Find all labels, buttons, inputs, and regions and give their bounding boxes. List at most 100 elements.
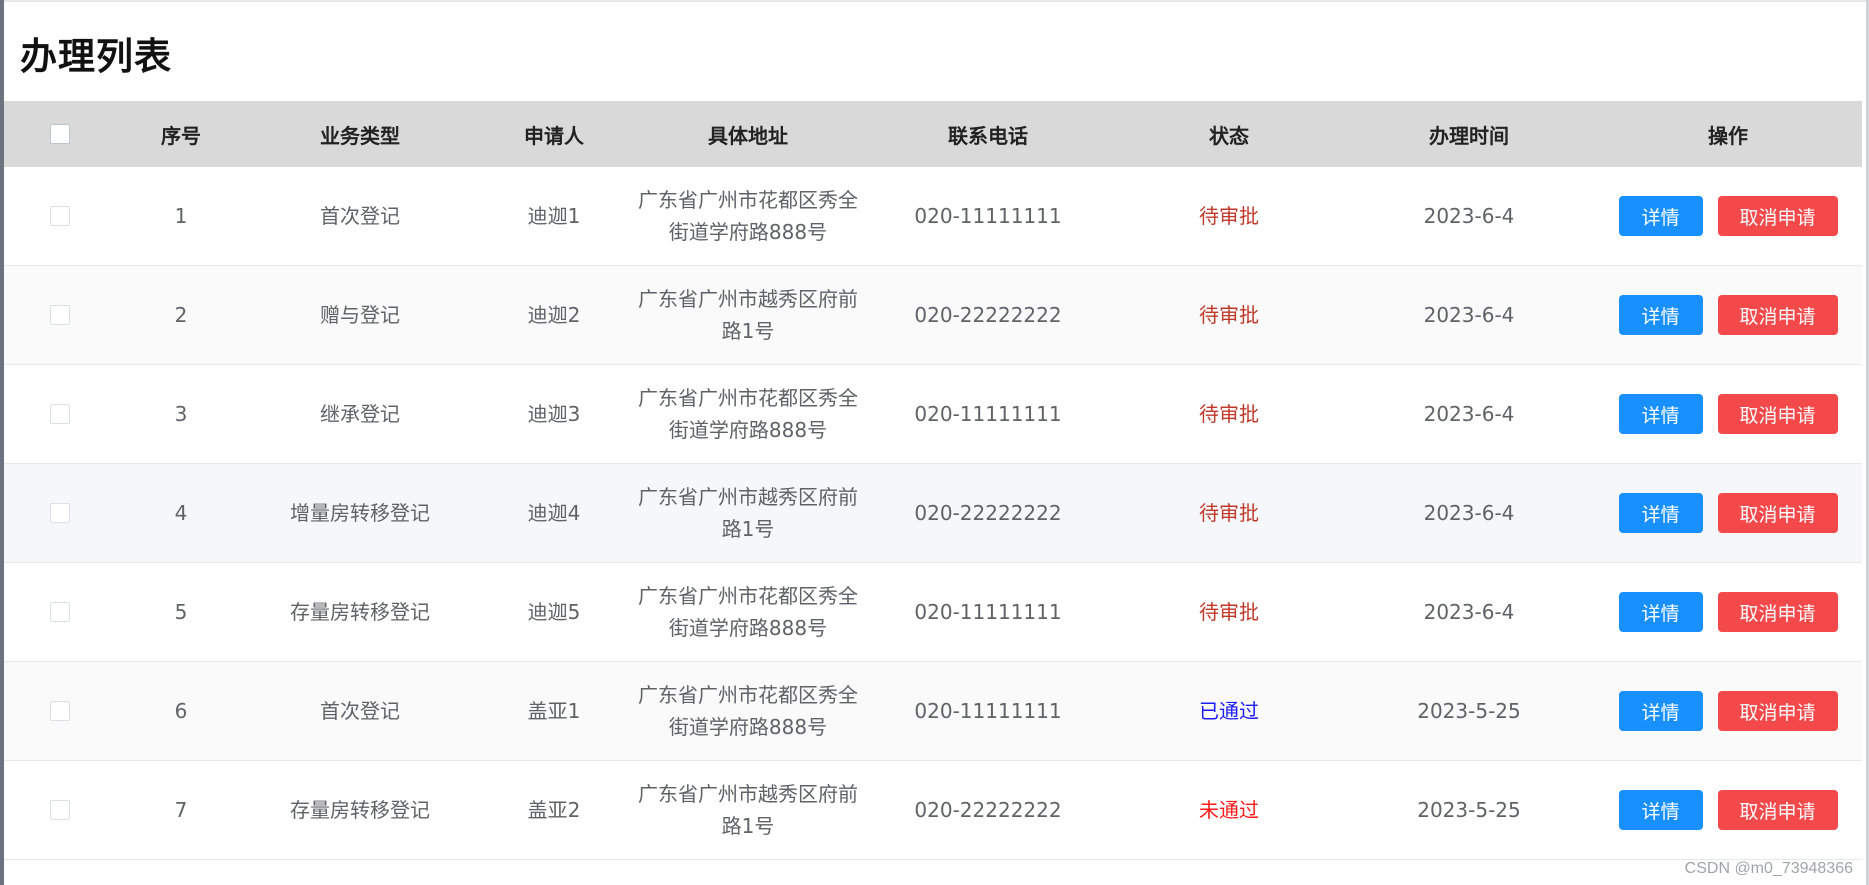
- row-applicant: 迪迦3: [527, 402, 581, 426]
- row-status: 待审批: [1199, 600, 1259, 624]
- row-index: 5: [174, 600, 188, 624]
- header-type: 业务类型: [320, 123, 400, 148]
- row-address: 广东省广州市花都区秀全街道学府路888号: [638, 386, 858, 442]
- detail-button[interactable]: 详情: [1618, 394, 1703, 434]
- table-header: 序号 业务类型 申请人 具体地址 联系电话 状态 办理时间 操作: [4, 101, 1862, 167]
- row-actions: 详情 取消申请: [1594, 691, 1862, 731]
- row-time: 2023-6-4: [1423, 402, 1515, 426]
- row-index: 1: [174, 204, 188, 228]
- row-phone: 020-11111111: [914, 699, 1062, 723]
- header-address: 具体地址: [708, 123, 788, 148]
- row-checkbox[interactable]: [50, 503, 70, 523]
- detail-button[interactable]: 详情: [1618, 592, 1703, 632]
- header-ops: 操作: [1708, 123, 1748, 148]
- row-address: 广东省广州市花都区秀全街道学府路888号: [638, 188, 858, 244]
- row-phone: 020-11111111: [914, 204, 1062, 228]
- row-applicant: 迪迦2: [527, 303, 581, 327]
- cancel-application-button[interactable]: 取消申请: [1717, 691, 1838, 731]
- row-type: 存量房转移登记: [290, 600, 430, 624]
- table-row: 2 赠与登记 迪迦2 广东省广州市越秀区府前路1号 020-22222222 待…: [4, 266, 1862, 365]
- row-select-cell: [4, 800, 116, 820]
- app-frame: 办理列表 序号 业务类型 申请人 具体地址 联系电话 状态 办理时间 操作 1 …: [0, 0, 1869, 885]
- row-applicant: 盖亚2: [527, 798, 581, 822]
- row-select-cell: [4, 305, 116, 325]
- row-actions: 详情 取消申请: [1594, 295, 1862, 335]
- row-address-cell: 广东省广州市花都区秀全街道学府路888号: [634, 184, 862, 248]
- header-select-cell: [4, 124, 116, 144]
- row-checkbox[interactable]: [50, 800, 70, 820]
- row-time: 2023-6-4: [1423, 600, 1515, 624]
- header-applicant: 申请人: [524, 123, 584, 148]
- row-address-cell: 广东省广州市越秀区府前路1号: [634, 778, 862, 842]
- cancel-application-button[interactable]: 取消申请: [1717, 592, 1838, 632]
- row-phone: 020-22222222: [914, 798, 1062, 822]
- detail-button[interactable]: 详情: [1618, 691, 1703, 731]
- row-address: 广东省广州市越秀区府前路1号: [638, 287, 858, 343]
- detail-button[interactable]: 详情: [1618, 493, 1703, 533]
- table-body: 1 首次登记 迪迦1 广东省广州市花都区秀全街道学府路888号 020-1111…: [4, 167, 1862, 860]
- row-status: 待审批: [1199, 402, 1259, 426]
- row-checkbox[interactable]: [50, 206, 70, 226]
- row-type: 赠与登记: [320, 303, 400, 327]
- row-checkbox[interactable]: [50, 305, 70, 325]
- detail-button[interactable]: 详情: [1618, 790, 1703, 830]
- row-time: 2023-5-25: [1417, 699, 1521, 723]
- header-time: 办理时间: [1429, 123, 1509, 148]
- row-time: 2023-6-4: [1423, 303, 1515, 327]
- row-type: 首次登记: [320, 699, 400, 723]
- table-row: 3 继承登记 迪迦3 广东省广州市花都区秀全街道学府路888号 020-1111…: [4, 365, 1862, 464]
- row-applicant: 迪迦4: [527, 501, 581, 525]
- row-applicant: 迪迦5: [527, 600, 581, 624]
- cancel-application-button[interactable]: 取消申请: [1717, 295, 1838, 335]
- header-index: 序号: [161, 123, 201, 148]
- table-row: 6 首次登记 盖亚1 广东省广州市花都区秀全街道学府路888号 020-1111…: [4, 662, 1862, 761]
- select-all-checkbox[interactable]: [50, 124, 70, 144]
- watermark: CSDN @m0_73948366: [1684, 860, 1853, 877]
- row-status: 未通过: [1199, 798, 1259, 822]
- row-select-cell: [4, 602, 116, 622]
- row-phone: 020-22222222: [914, 303, 1062, 327]
- application-table: 序号 业务类型 申请人 具体地址 联系电话 状态 办理时间 操作 1 首次登记 …: [4, 101, 1862, 860]
- row-select-cell: [4, 206, 116, 226]
- row-checkbox[interactable]: [50, 701, 70, 721]
- detail-button[interactable]: 详情: [1618, 196, 1703, 236]
- header-phone: 联系电话: [948, 123, 1028, 148]
- cancel-application-button[interactable]: 取消申请: [1717, 493, 1838, 533]
- row-address: 广东省广州市花都区秀全街道学府路888号: [638, 683, 858, 739]
- row-address: 广东省广州市花都区秀全街道学府路888号: [638, 584, 858, 640]
- window-top-border: [0, 0, 1869, 2]
- row-address: 广东省广州市越秀区府前路1号: [638, 782, 858, 838]
- row-type: 首次登记: [320, 204, 400, 228]
- row-checkbox[interactable]: [50, 602, 70, 622]
- row-actions: 详情 取消申请: [1594, 592, 1862, 632]
- row-address-cell: 广东省广州市花都区秀全街道学府路888号: [634, 580, 862, 644]
- row-address: 广东省广州市越秀区府前路1号: [638, 485, 858, 541]
- detail-button[interactable]: 详情: [1618, 295, 1703, 335]
- row-type: 继承登记: [320, 402, 400, 426]
- row-actions: 详情 取消申请: [1594, 790, 1862, 830]
- row-status: 已通过: [1199, 699, 1259, 723]
- row-status: 待审批: [1199, 303, 1259, 327]
- row-select-cell: [4, 503, 116, 523]
- row-address-cell: 广东省广州市花都区秀全街道学府路888号: [634, 679, 862, 743]
- row-time: 2023-5-25: [1417, 798, 1521, 822]
- row-select-cell: [4, 701, 116, 721]
- row-type: 存量房转移登记: [290, 798, 430, 822]
- cancel-application-button[interactable]: 取消申请: [1717, 196, 1838, 236]
- table-row: 7 存量房转移登记 盖亚2 广东省广州市越秀区府前路1号 020-2222222…: [4, 761, 1862, 860]
- row-checkbox[interactable]: [50, 404, 70, 424]
- row-address-cell: 广东省广州市越秀区府前路1号: [634, 481, 862, 545]
- table-row: 4 增量房转移登记 迪迦4 广东省广州市越秀区府前路1号 020-2222222…: [4, 464, 1862, 563]
- row-index: 3: [174, 402, 188, 426]
- row-address-cell: 广东省广州市花都区秀全街道学府路888号: [634, 382, 862, 446]
- row-phone: 020-11111111: [914, 402, 1062, 426]
- row-index: 4: [174, 501, 188, 525]
- row-select-cell: [4, 404, 116, 424]
- row-time: 2023-6-4: [1423, 204, 1515, 228]
- row-address-cell: 广东省广州市越秀区府前路1号: [634, 283, 862, 347]
- row-phone: 020-22222222: [914, 501, 1062, 525]
- cancel-application-button[interactable]: 取消申请: [1717, 790, 1838, 830]
- row-actions: 详情 取消申请: [1594, 196, 1862, 236]
- cancel-application-button[interactable]: 取消申请: [1717, 394, 1838, 434]
- row-index: 7: [174, 798, 188, 822]
